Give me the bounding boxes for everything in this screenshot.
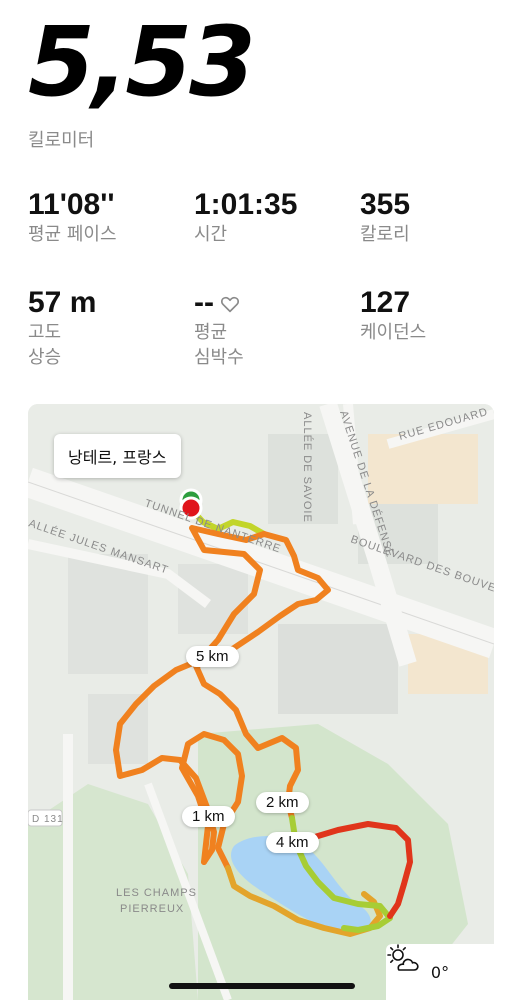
cadence-label: 케이던스	[360, 322, 427, 343]
distance-unit: 킬로미터	[28, 130, 95, 151]
km-marker-2: 2 km	[256, 792, 309, 813]
cadence-value: 127	[360, 286, 411, 319]
km-marker-4: 4 km	[266, 832, 319, 853]
calories-label: 칼로리	[360, 224, 410, 245]
elevation-label: 고도 상승	[28, 322, 62, 368]
home-indicator[interactable]	[169, 983, 355, 989]
stat-heart-rate: -- 평균 심박수	[194, 286, 244, 370]
distance-value: 5,53	[28, 6, 256, 118]
stat-calories: 355 칼로리	[360, 188, 410, 247]
stat-elevation: 57 m 고도 상승	[28, 286, 96, 370]
elevation-value: 57 m	[28, 286, 97, 319]
stat-cadence: 127 케이던스	[360, 286, 426, 345]
time-value: 1:01:35	[194, 188, 298, 221]
km-marker-1: 1 km	[182, 806, 235, 827]
pace-value: 11'08''	[28, 188, 115, 221]
partly-cloudy-sun-icon	[387, 944, 419, 971]
km-marker-5: 5 km	[186, 646, 239, 667]
stat-time: 1:01:35 시간	[194, 188, 297, 247]
weather-badge: 0°	[386, 944, 494, 1000]
stat-pace: 11'08'' 평균 페이스	[28, 188, 117, 247]
calories-value: 355	[360, 188, 411, 221]
location-label: 낭테르, 프랑스	[54, 434, 181, 478]
heart-outline-icon	[220, 296, 239, 313]
route-map[interactable]: TUNNEL DE NANTERRE BOULEVARD DES BOUVETS…	[28, 404, 494, 1000]
time-label: 시간	[194, 224, 228, 245]
map-canvas[interactable]	[28, 404, 494, 1000]
pace-label: 평균 페이스	[28, 224, 117, 245]
heart-rate-value: --	[194, 286, 214, 319]
temperature: 0°	[430, 962, 450, 982]
heart-rate-label: 평균 심박수	[194, 322, 244, 368]
